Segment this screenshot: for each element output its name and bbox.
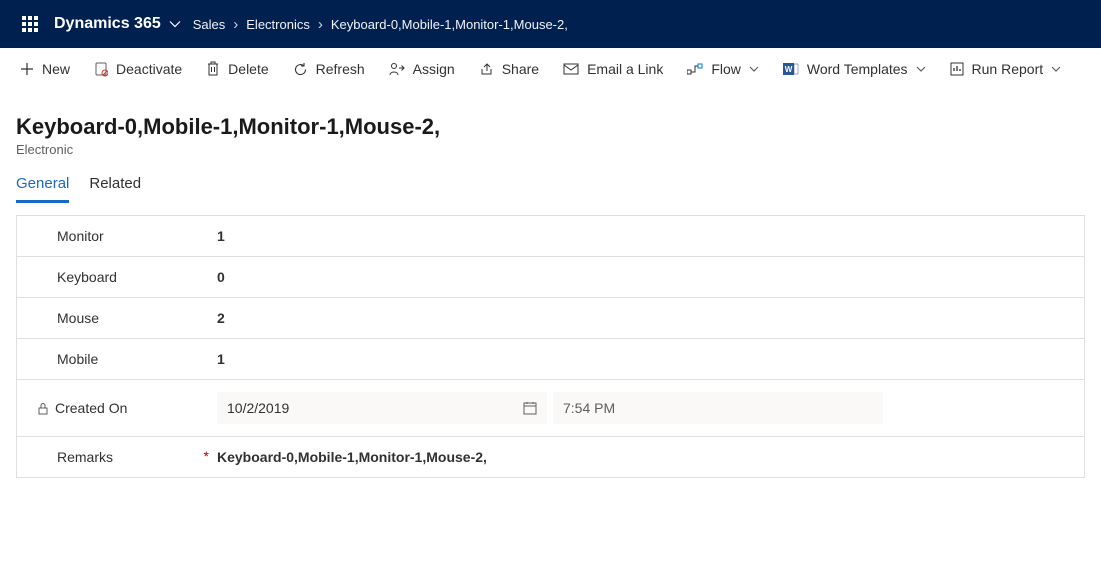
- field-row-keyboard: Keyboard 0: [17, 256, 1084, 297]
- label-mouse: Mouse: [37, 310, 217, 326]
- assign-icon: [389, 62, 405, 76]
- flow-button[interactable]: Flow: [675, 48, 771, 90]
- label-monitor: Monitor: [37, 228, 217, 244]
- field-row-created-on: Created On 10/2/2019 7:54 PM: [17, 379, 1084, 436]
- value-keyboard[interactable]: 0: [217, 269, 1064, 285]
- created-on-time-input[interactable]: 7:54 PM: [553, 392, 883, 424]
- breadcrumb-current: Keyboard-0,Mobile-1,Monitor-1,Mouse-2,: [331, 17, 568, 32]
- value-mouse[interactable]: 2: [217, 310, 1064, 326]
- word-icon: W: [783, 62, 799, 76]
- label-created-on: Created On: [37, 400, 217, 416]
- delete-label: Delete: [228, 61, 268, 77]
- trash-icon: [206, 61, 220, 77]
- run-report-label: Run Report: [972, 61, 1044, 77]
- breadcrumb-sales[interactable]: Sales: [193, 17, 226, 32]
- tab-general[interactable]: General: [16, 175, 69, 203]
- delete-button[interactable]: Delete: [194, 48, 280, 90]
- field-row-monitor: Monitor 1: [17, 216, 1084, 256]
- deactivate-icon: [94, 61, 108, 77]
- new-button[interactable]: New: [8, 48, 82, 90]
- assign-button[interactable]: Assign: [377, 48, 467, 90]
- required-indicator: *: [204, 448, 209, 464]
- chevron-right-icon: ›: [233, 16, 238, 33]
- assign-label: Assign: [413, 61, 455, 77]
- flow-label: Flow: [711, 61, 741, 77]
- deactivate-label: Deactivate: [116, 61, 182, 77]
- lock-icon: [37, 402, 49, 415]
- command-bar: New Deactivate Delete Refresh Assign Sha…: [0, 48, 1101, 90]
- tabs: General Related: [0, 157, 1101, 203]
- email-label: Email a Link: [587, 61, 663, 77]
- value-remarks[interactable]: Keyboard-0,Mobile-1,Monitor-1,Mouse-2,: [217, 449, 1064, 465]
- form-panel: Monitor 1 Keyboard 0 Mouse 2 Mobile 1 Cr…: [16, 215, 1085, 478]
- run-report-button[interactable]: Run Report: [938, 48, 1074, 90]
- page-header: Keyboard-0,Mobile-1,Monitor-1,Mouse-2, E…: [0, 90, 1101, 157]
- value-monitor[interactable]: 1: [217, 228, 1064, 244]
- share-button[interactable]: Share: [467, 48, 551, 90]
- email-icon: [563, 63, 579, 75]
- label-remarks: Remarks *: [37, 449, 217, 465]
- field-row-remarks: Remarks * Keyboard-0,Mobile-1,Monitor-1,…: [17, 436, 1084, 477]
- chevron-right-icon: ›: [318, 16, 323, 33]
- word-templates-button[interactable]: W Word Templates: [771, 48, 938, 90]
- page-title: Keyboard-0,Mobile-1,Monitor-1,Mouse-2,: [16, 114, 1085, 140]
- email-a-link-button[interactable]: Email a Link: [551, 48, 675, 90]
- top-navbar: Dynamics 365 Sales › Electronics › Keybo…: [0, 0, 1101, 48]
- share-icon: [479, 62, 494, 76]
- plus-icon: [20, 62, 34, 76]
- svg-text:W: W: [785, 65, 793, 74]
- tab-related[interactable]: Related: [89, 175, 141, 203]
- refresh-icon: [293, 62, 308, 77]
- field-row-mobile: Mobile 1: [17, 338, 1084, 379]
- waffle-icon: [22, 16, 38, 32]
- refresh-button[interactable]: Refresh: [281, 48, 377, 90]
- chevron-down-icon: [1051, 64, 1061, 74]
- deactivate-button[interactable]: Deactivate: [82, 48, 194, 90]
- refresh-label: Refresh: [316, 61, 365, 77]
- field-row-mouse: Mouse 2: [17, 297, 1084, 338]
- share-label: Share: [502, 61, 539, 77]
- app-launcher-button[interactable]: [6, 0, 54, 48]
- chevron-down-icon: [916, 64, 926, 74]
- chevron-down-icon[interactable]: [169, 18, 181, 30]
- created-on-date-input[interactable]: 10/2/2019: [217, 392, 547, 424]
- word-templates-label: Word Templates: [807, 61, 908, 77]
- chevron-down-icon: [749, 64, 759, 74]
- page-subtitle: Electronic: [16, 142, 1085, 157]
- label-keyboard: Keyboard: [37, 269, 217, 285]
- breadcrumb-electronics[interactable]: Electronics: [246, 17, 310, 32]
- brand-label[interactable]: Dynamics 365: [54, 15, 167, 33]
- flow-icon: [687, 63, 703, 75]
- value-mobile[interactable]: 1: [217, 351, 1064, 367]
- label-mobile: Mobile: [37, 351, 217, 367]
- new-label: New: [42, 61, 70, 77]
- report-icon: [950, 62, 964, 76]
- calendar-icon: [523, 401, 537, 415]
